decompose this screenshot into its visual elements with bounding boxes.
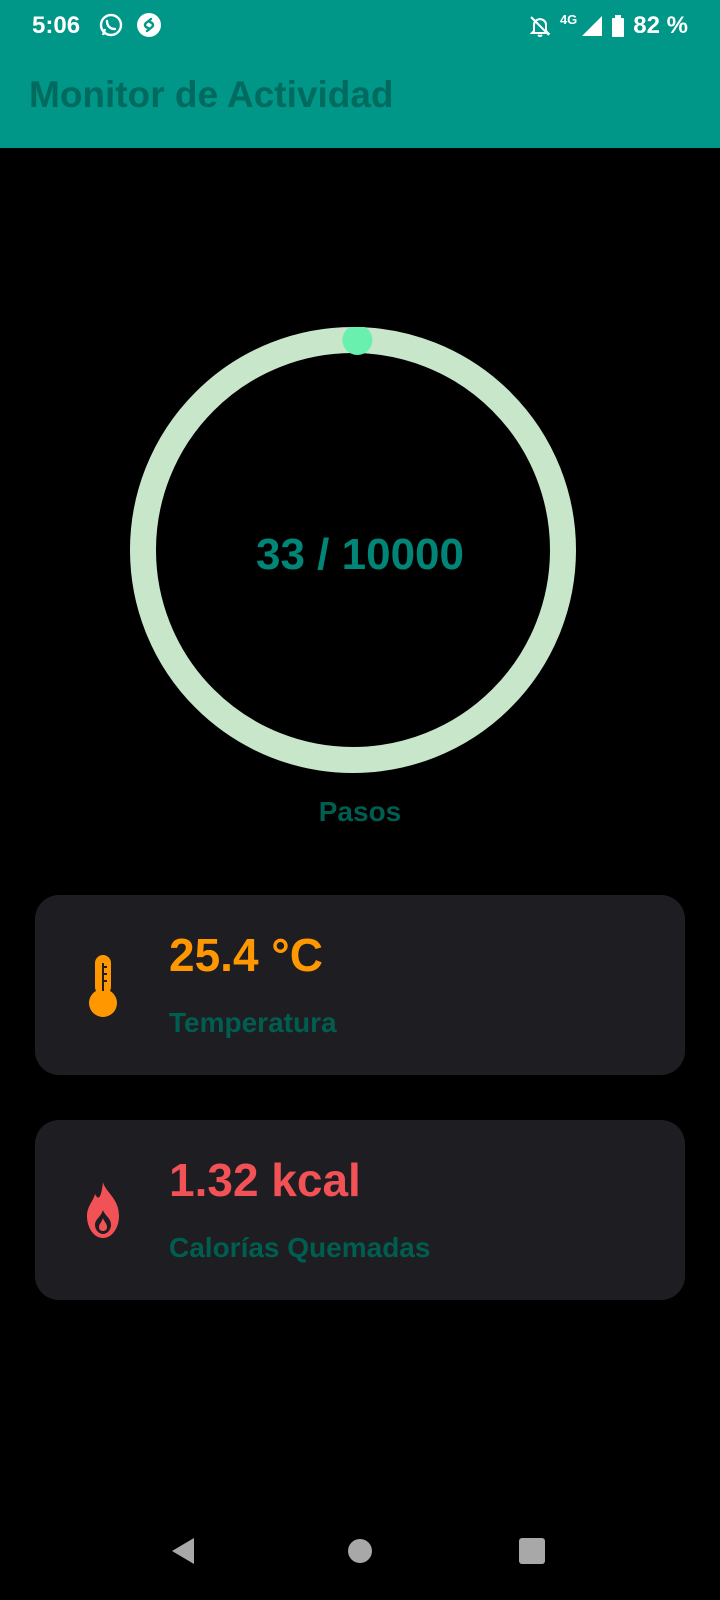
calories-value: 1.32 kcal [169, 1154, 361, 1206]
recents-icon[interactable] [515, 1534, 549, 1568]
steps-count: 33 / 10000 [256, 530, 464, 579]
calories-card: 1.32 kcal Calorías Quemadas [35, 1120, 685, 1300]
whatsapp-icon [98, 12, 124, 38]
steps-label: Pasos [318, 796, 402, 827]
thermometer-icon [75, 951, 131, 1021]
app-bar: Monitor de Actividad [0, 52, 720, 148]
muted-bell-icon [528, 14, 552, 38]
battery-icon [611, 15, 625, 37]
temperature-label: Temperatura [169, 1007, 337, 1038]
signal-icon [581, 15, 603, 37]
home-icon[interactable] [343, 1534, 377, 1568]
back-icon[interactable] [168, 1534, 202, 1568]
network-type: 4G [559, 11, 578, 27]
status-time: 5:06 [32, 12, 81, 39]
steps-progress-ring: 33 / 10000 [130, 327, 590, 787]
temperature-card: 25.4 °C Temperatura [35, 895, 685, 1075]
page-title: Monitor de Actividad [29, 74, 394, 115]
status-bar: 5:06 4G 82 % [0, 0, 720, 52]
temperature-value: 25.4 °C [169, 929, 323, 981]
calories-label: Calorías Quemadas [169, 1232, 431, 1263]
navigation-bar [0, 1520, 720, 1600]
fire-icon [75, 1176, 131, 1246]
battery-level: 82 % [633, 12, 688, 39]
shazam-icon [136, 12, 162, 38]
